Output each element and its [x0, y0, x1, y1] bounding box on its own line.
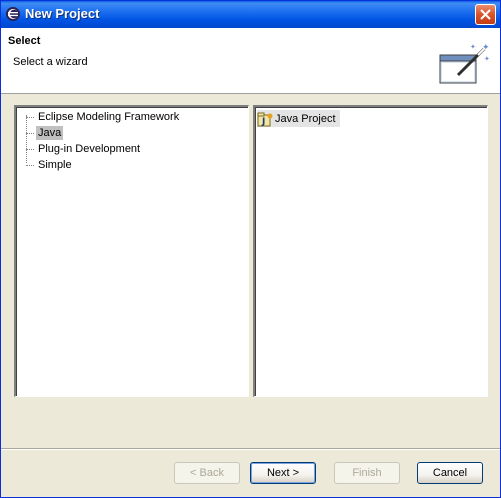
- svg-text:✦: ✦: [482, 43, 490, 53]
- page-title: Select: [8, 35, 41, 47]
- close-button[interactable]: [475, 4, 496, 25]
- tree-connector: [26, 149, 34, 150]
- svg-text:✦: ✦: [484, 55, 490, 63]
- tree-guide-line: [26, 115, 27, 163]
- eclipse-icon: [5, 6, 21, 22]
- button-bar-separator: [1, 448, 500, 450]
- back-button[interactable]: < Back: [174, 462, 240, 484]
- window-title: New Project: [25, 6, 100, 21]
- tree-connector: [26, 165, 34, 166]
- new-project-dialog: New Project Select Select a wizard ✦ ✦ ✦: [0, 0, 501, 498]
- finish-button[interactable]: Finish: [334, 462, 400, 484]
- wizard-item-label: Java Project: [275, 112, 336, 125]
- tree-item-eclipse-modeling-framework[interactable]: Eclipse Modeling Framework: [36, 110, 181, 124]
- wizard-wand-icon: ✦ ✦ ✦: [438, 41, 492, 90]
- tree-item-simple[interactable]: Simple: [36, 158, 74, 172]
- wizard-item-java-project[interactable]: J Java Project: [257, 110, 340, 127]
- next-button[interactable]: Next >: [250, 462, 316, 484]
- tree-item-plug-in-development[interactable]: Plug-in Development: [36, 142, 142, 156]
- svg-text:J: J: [261, 117, 265, 127]
- tree-connector: [26, 117, 34, 118]
- java-project-icon: J: [257, 111, 273, 127]
- cancel-button[interactable]: Cancel: [417, 462, 483, 484]
- tree-item-java[interactable]: Java: [36, 126, 64, 140]
- title-bar[interactable]: New Project: [1, 1, 500, 28]
- svg-text:✦: ✦: [470, 43, 476, 51]
- wizard-header: Select Select a wizard ✦ ✦ ✦: [1, 28, 500, 94]
- wizard-category-tree[interactable]: Eclipse Modeling Framework Java Plug-in …: [14, 105, 249, 397]
- wizard-list[interactable]: J Java Project: [253, 105, 488, 397]
- tree-connector: [26, 133, 34, 134]
- page-description: Select a wizard: [13, 56, 88, 68]
